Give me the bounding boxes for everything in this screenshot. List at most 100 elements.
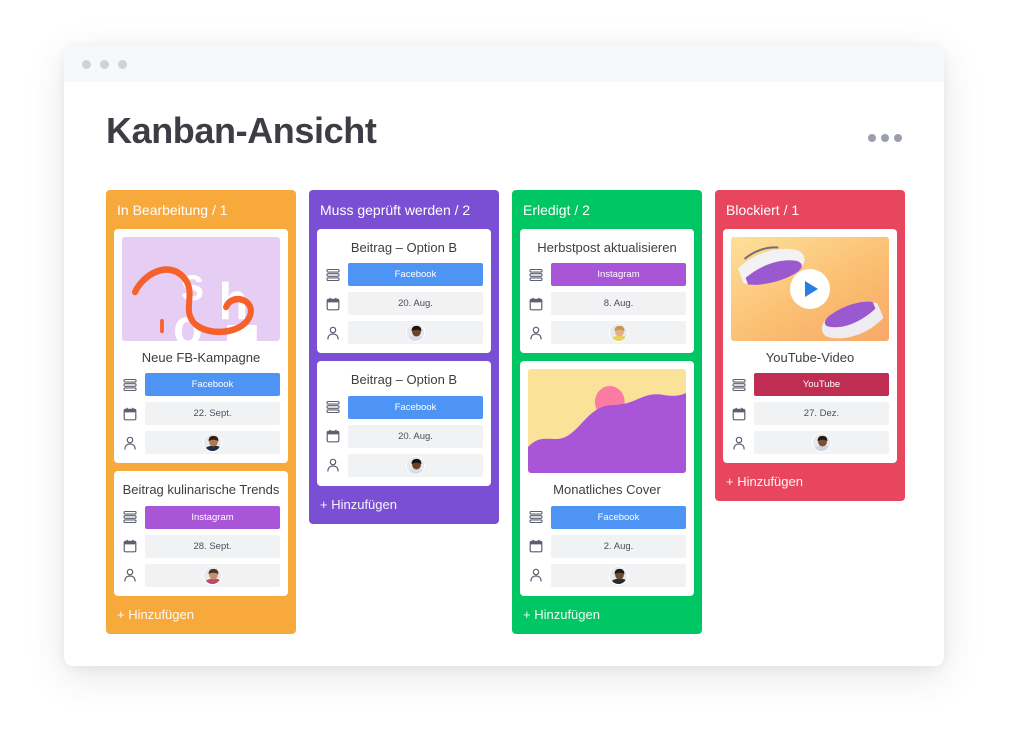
- kanban-card[interactable]: Beitrag – Option B Facebook 20. Aug.: [317, 229, 491, 354]
- avatar: [406, 323, 425, 343]
- calendar-icon: [122, 538, 138, 554]
- card-tag-badge[interactable]: Instagram: [145, 505, 280, 529]
- card-title: Herbstpost aktualisieren: [537, 240, 677, 255]
- column-title-done: Erledigt / 2: [523, 202, 590, 218]
- card-title: Beitrag kulinarische Trends: [122, 482, 280, 498]
- screenshot-root: Kanban-Ansicht In Bearbeitung / 1 s h o Neue…: [0, 0, 1024, 740]
- card-date-value[interactable]: 2. Aug.: [551, 534, 686, 558]
- card-date-value[interactable]: 27. Dez.: [754, 402, 889, 426]
- card-title: Neue FB-Kampagne: [141, 350, 261, 365]
- avatar: [406, 455, 425, 475]
- kanban-card[interactable]: Beitrag kulinarische Trends Instagram 28. …: [114, 471, 288, 596]
- card-thumbnail-cover: [528, 369, 686, 474]
- ellipsis-dot-icon: [894, 134, 902, 142]
- person-icon: [325, 325, 341, 341]
- card-field-assignee: [325, 321, 483, 345]
- card-date-value[interactable]: 20. Aug.: [348, 424, 483, 448]
- window-titlebar: [64, 46, 944, 82]
- kanban-card[interactable]: Herbstpost aktualisieren Instagram 8. Aug.: [520, 229, 694, 354]
- calendar-icon: [122, 406, 138, 422]
- kanban-column-in-progress: In Bearbeitung / 1 s h o Neue FB-Kampagne Fac…: [106, 190, 296, 634]
- more-options-button[interactable]: [868, 134, 902, 142]
- column-title-needs-review: Muss geprüft werden / 2: [320, 202, 471, 218]
- traffic-light-minimize-icon[interactable]: [100, 59, 109, 69]
- calendar-icon: [528, 538, 544, 554]
- card-title: Beitrag – Option B: [350, 372, 458, 388]
- card-field-assignee: [731, 431, 889, 455]
- calendar-icon: [731, 406, 747, 422]
- kanban-board: In Bearbeitung / 1 s h o Neue FB-Kampagne Fac…: [106, 190, 905, 634]
- card-assignee-value[interactable]: [551, 321, 686, 345]
- play-icon[interactable]: [790, 269, 830, 309]
- add-card-button-done[interactable]: + Hinzufügen: [520, 604, 694, 626]
- kanban-column-needs-review: Muss geprüft werden / 2 Beitrag – Option …: [309, 190, 499, 524]
- kanban-column-done: Erledigt / 2 Herbstpost aktualisieren Inst…: [512, 190, 702, 634]
- kanban-card[interactable]: YouTube-Video YouTube 27. Dez.: [723, 229, 897, 464]
- kanban-card[interactable]: s h o Neue FB-Kampagne Facebook 22. Sept.: [114, 229, 288, 464]
- traffic-light-close-icon[interactable]: [82, 59, 91, 69]
- card-thumbnail-video[interactable]: [731, 237, 889, 341]
- card-field-assignee: [325, 453, 483, 477]
- stacked-rows-icon: [122, 377, 138, 393]
- card-field-tag: Facebook: [528, 505, 686, 529]
- card-field-date: 20. Aug.: [325, 424, 483, 448]
- card-tag-badge[interactable]: Facebook: [145, 373, 280, 397]
- card-assignee-value[interactable]: [754, 431, 889, 455]
- stacked-rows-icon: [528, 267, 544, 283]
- card-date-value[interactable]: 8. Aug.: [551, 292, 686, 316]
- add-card-button-needs-review[interactable]: + Hinzufügen: [317, 494, 491, 516]
- stacked-rows-icon: [731, 377, 747, 393]
- card-field-tag: Instagram: [122, 505, 280, 529]
- card-field-tag: Instagram: [528, 263, 686, 287]
- page-title: Kanban-Ansicht: [106, 110, 377, 151]
- kanban-card[interactable]: Monatliches Cover Facebook 2. Aug.: [520, 361, 694, 596]
- person-icon: [731, 435, 747, 451]
- ellipsis-dot-icon: [868, 134, 876, 142]
- card-thumbnail-shop: sho: [122, 237, 280, 341]
- browser-window: Kanban-Ansicht In Bearbeitung / 1 s h o Neue…: [64, 46, 944, 666]
- card-date-value[interactable]: 28. Sept.: [145, 534, 280, 558]
- card-tag-badge[interactable]: Facebook: [551, 505, 686, 529]
- card-assignee-value[interactable]: [551, 563, 686, 587]
- card-field-tag: Facebook: [122, 373, 280, 397]
- card-field-assignee: [122, 431, 280, 455]
- card-field-date: 22. Sept.: [122, 402, 280, 426]
- calendar-icon: [528, 296, 544, 312]
- card-tag-badge[interactable]: Instagram: [551, 263, 686, 287]
- card-assignee-value[interactable]: [348, 321, 483, 345]
- card-title: Monatliches Cover: [553, 482, 661, 498]
- kanban-column-blocked: Blockiert / 1 YouTube-Video YouTube 27. Dez…: [715, 190, 905, 502]
- person-icon: [122, 435, 138, 451]
- traffic-light-maximize-icon[interactable]: [118, 59, 127, 69]
- column-title-in-progress: In Bearbeitung / 1: [117, 202, 228, 218]
- card-field-date: 20. Aug.: [325, 292, 483, 316]
- calendar-icon: [325, 428, 341, 444]
- avatar: [203, 433, 222, 453]
- card-assignee-value[interactable]: [145, 431, 280, 455]
- column-title-blocked: Blockiert / 1: [726, 202, 800, 218]
- card-field-date: 27. Dez.: [731, 402, 889, 426]
- stacked-rows-icon: [528, 509, 544, 525]
- stacked-rows-icon: [325, 399, 341, 415]
- card-date-value[interactable]: 22. Sept.: [145, 402, 280, 426]
- stacked-rows-icon: [325, 267, 341, 283]
- card-assignee-value[interactable]: [145, 563, 280, 587]
- person-icon: [122, 567, 138, 583]
- calendar-icon: [325, 296, 341, 312]
- person-icon: [528, 325, 544, 341]
- add-card-button-in-progress[interactable]: + Hinzufügen: [114, 604, 288, 626]
- card-assignee-value[interactable]: [348, 453, 483, 477]
- card-tag-badge[interactable]: YouTube: [754, 373, 889, 397]
- card-title: Beitrag – Option B: [350, 240, 458, 255]
- kanban-card[interactable]: Beitrag – Option B Facebook 20. Aug.: [317, 361, 491, 486]
- avatar: [203, 565, 222, 585]
- card-tag-badge[interactable]: Facebook: [348, 263, 483, 287]
- card-field-date: 2. Aug.: [528, 534, 686, 558]
- card-field-assignee: [528, 563, 686, 587]
- ellipsis-dot-icon: [881, 134, 889, 142]
- card-date-value[interactable]: 20. Aug.: [348, 292, 483, 316]
- add-card-button-blocked[interactable]: + Hinzufügen: [723, 471, 897, 493]
- stacked-rows-icon: [122, 509, 138, 525]
- avatar: [812, 433, 831, 453]
- card-tag-badge[interactable]: Facebook: [348, 395, 483, 419]
